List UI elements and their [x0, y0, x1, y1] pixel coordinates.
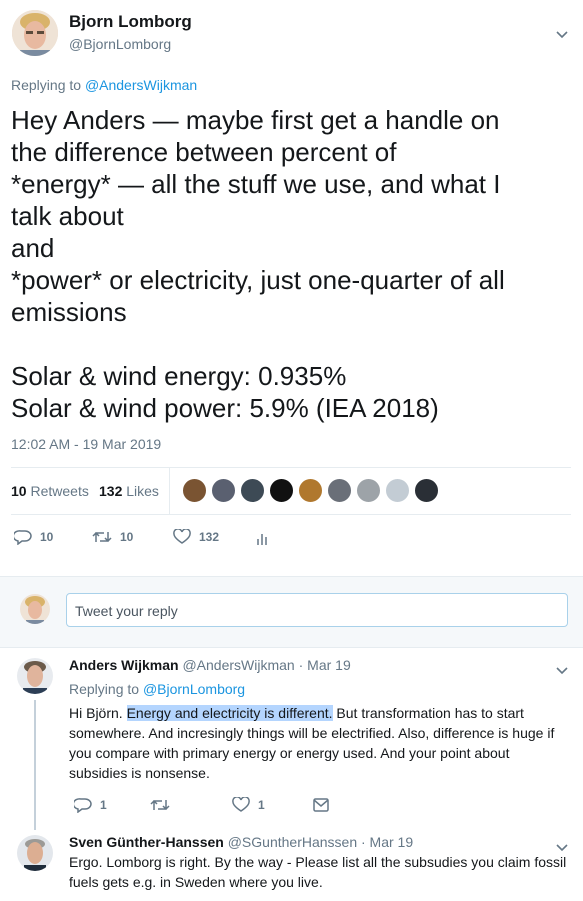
- thread-line: [34, 700, 36, 830]
- reply-text: Hi Björn. Energy and electricity is diff…: [69, 703, 569, 783]
- tweet-line: [11, 328, 576, 360]
- tweet-line: *power* or electricity, just one-quarter…: [11, 265, 505, 295]
- retweet-icon: [150, 799, 170, 811]
- liker-avatar[interactable]: [269, 478, 294, 503]
- like-count: 132: [199, 530, 220, 544]
- reply-header: Sven Günther-Hanssen @SGuntherHanssen · …: [69, 834, 413, 850]
- tweet-line: the difference between percent of: [11, 137, 397, 167]
- liker-avatar[interactable]: [414, 478, 439, 503]
- likes-label: Likes: [126, 483, 159, 499]
- divider: [11, 514, 571, 515]
- reply-date[interactable]: · Mar 19: [299, 657, 351, 673]
- tweet-timestamp[interactable]: 12:02 AM - 19 Mar 2019: [11, 436, 161, 452]
- retweet-action[interactable]: [150, 797, 178, 813]
- reply-avatar[interactable]: [17, 658, 53, 694]
- reply-text-pre: Hi Björn.: [69, 705, 127, 721]
- reply-text-highlight: Energy and electricity is different.: [126, 705, 333, 721]
- reply-author-name[interactable]: Anders Wijkman: [69, 657, 179, 673]
- reply-count: 10: [40, 530, 54, 544]
- liker-avatar[interactable]: [211, 478, 236, 503]
- retweets-label: Retweets: [30, 483, 89, 499]
- reply-text: Ergo. Lomborg is right. By the way - Ple…: [69, 854, 567, 890]
- reply-composer: Tweet your reply: [0, 576, 583, 648]
- reply-avatar[interactable]: [17, 835, 53, 871]
- heart-icon: [232, 797, 250, 812]
- liker-avatar[interactable]: [240, 478, 265, 503]
- chevron-down-icon[interactable]: [556, 662, 568, 680]
- replying-to-link[interactable]: @AndersWijkman: [85, 77, 197, 93]
- author-handle[interactable]: @BjornLomborg: [69, 36, 171, 52]
- dm-icon[interactable]: [313, 798, 329, 817]
- retweet-icon: [92, 531, 112, 543]
- tweet-line: *energy* — all the stuff we use, and wha…: [11, 169, 501, 199]
- reply-author-handle[interactable]: @SGuntherHanssen: [228, 834, 357, 850]
- like-action[interactable]: 132: [173, 529, 219, 545]
- tweet-line: talk about: [11, 201, 124, 231]
- like-count: 1: [258, 798, 265, 812]
- reply-author-handle[interactable]: @AndersWijkman: [182, 657, 294, 673]
- reply-date[interactable]: · Mar 19: [361, 834, 413, 850]
- liker-avatar[interactable]: [327, 478, 352, 503]
- retweets-count: 10: [11, 483, 27, 499]
- replying-prefix: Replying to: [69, 681, 140, 697]
- tweet-line: and: [11, 233, 55, 263]
- author-avatar[interactable]: [12, 10, 58, 56]
- divider: [11, 467, 571, 468]
- reply-count: 1: [100, 798, 107, 812]
- likes-count: 132: [99, 483, 123, 499]
- likes-stat[interactable]: 132 Likes: [99, 483, 159, 499]
- replying-to-link[interactable]: @BjornLomborg: [143, 681, 245, 697]
- liker-avatar[interactable]: [385, 478, 410, 503]
- reply-action[interactable]: 10: [14, 529, 53, 545]
- divider-vertical: [169, 468, 170, 514]
- replying-prefix: Replying to: [11, 77, 82, 93]
- chevron-down-icon[interactable]: [556, 26, 568, 42]
- tweet-line: Hey Anders — maybe first get a handle on: [11, 105, 500, 135]
- tweet-line: Solar & wind power: 5.9% (IEA 2018): [11, 393, 439, 423]
- reply-header: Anders Wijkman @AndersWijkman · Mar 19: [69, 657, 351, 673]
- analytics-icon[interactable]: [256, 530, 270, 551]
- liker-avatars: [182, 478, 439, 503]
- reply-action[interactable]: 1: [74, 797, 107, 813]
- replying-to: Replying to @AndersWijkman: [11, 77, 197, 93]
- heart-icon: [173, 529, 191, 544]
- reply-icon: [74, 798, 92, 813]
- user-avatar[interactable]: [20, 594, 50, 624]
- retweet-action[interactable]: 10: [92, 529, 133, 545]
- reply-author-name[interactable]: Sven Günther-Hanssen: [69, 834, 224, 850]
- liker-avatar[interactable]: [182, 478, 207, 503]
- like-action[interactable]: 1: [232, 797, 265, 813]
- retweets-stat[interactable]: 10 Retweets: [11, 483, 89, 499]
- tweet-line: Solar & wind energy: 0.935%: [11, 361, 347, 391]
- liker-avatar[interactable]: [298, 478, 323, 503]
- tweet-line: emissions: [11, 297, 127, 327]
- retweet-count: 10: [120, 530, 134, 544]
- tweet-text: Hey Anders — maybe first get a handle on…: [11, 104, 576, 424]
- reply-input-placeholder: Tweet your reply: [75, 603, 178, 619]
- liker-avatar[interactable]: [356, 478, 381, 503]
- reply-icon: [14, 530, 32, 545]
- author-name[interactable]: Bjorn Lomborg: [69, 12, 192, 32]
- replying-to: Replying to @BjornLomborg: [69, 681, 245, 697]
- reply-input[interactable]: Tweet your reply: [66, 593, 568, 627]
